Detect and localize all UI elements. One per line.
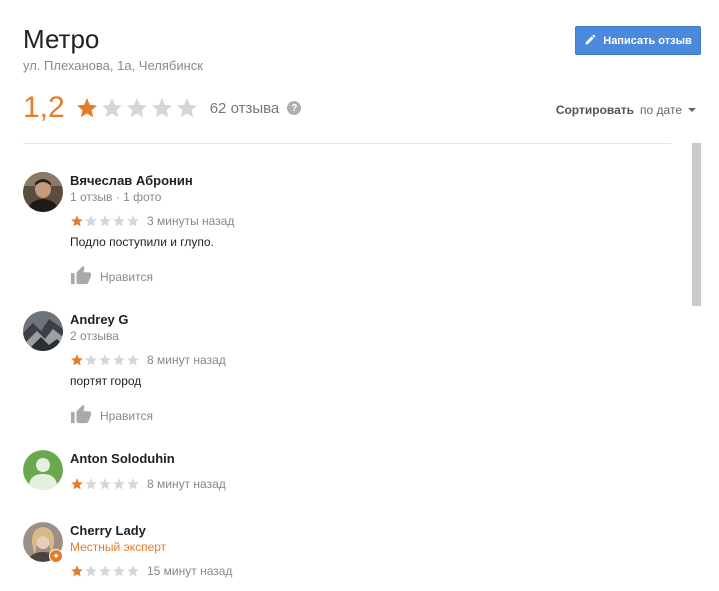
reviewer-name[interactable]: Вячеслав Абронин [70,172,630,189]
star-empty-icon [99,565,111,577]
star-empty-icon [113,478,125,490]
place-address: ул. Плеханова, 1а, Челябинск [23,58,203,73]
star-empty-icon [127,565,139,577]
star-empty-icon [85,354,97,366]
star-empty-icon [85,565,97,577]
like-button[interactable]: Нравится [70,404,630,427]
star-filled-icon [71,565,83,577]
star-empty-icon [113,354,125,366]
like-label: Нравится [100,269,153,284]
star-empty-icon [101,98,122,118]
avatar[interactable] [23,450,63,490]
review-time: 3 минуты назад [147,214,235,228]
reviewer-meta: 2 отзыва [70,329,119,343]
write-review-button[interactable]: Написать отзыв [575,26,701,55]
star-empty-icon [99,215,111,227]
pencil-icon [584,33,597,49]
reviewer-meta: 1 отзыв · 1 фото [70,190,162,204]
write-review-label: Написать отзыв [603,34,692,47]
chevron-down-icon [688,108,696,112]
local-guide-badge-icon: ✦ [49,549,63,563]
star-empty-icon [126,98,147,118]
reviewer-name[interactable]: Anton Soloduhin [70,450,630,467]
star-empty-icon [127,354,139,366]
star-filled-icon [71,215,83,227]
star-empty-icon [176,98,197,118]
rating-stars [75,96,199,120]
thumbs-up-icon [70,265,100,288]
review-time: 15 минут назад [147,564,233,578]
review-text: портят город [70,374,142,388]
star-filled-icon [71,354,83,366]
review-time: 8 минут назад [147,353,226,367]
scrollbar[interactable] [692,143,701,306]
review-stars [70,214,140,228]
like-label: Нравится [100,408,153,423]
review-stars [70,353,140,367]
divider [23,143,671,144]
star-empty-icon [127,215,139,227]
star-filled-icon [76,98,97,118]
star-filled-icon [71,478,83,490]
rating-summary: 1,2 62 отзыва ? [23,88,302,128]
sort-label: Сортировать [555,103,635,117]
review-time: 8 минут назад [147,477,226,491]
place-title: Метро [23,24,100,54]
reviewer-name[interactable]: Cherry Lady [70,522,630,539]
sort-value: по дате [640,103,682,117]
reviewer-meta: Местный эксперт [70,540,167,554]
avatar[interactable] [23,311,63,351]
avatar[interactable] [23,172,63,212]
review-text: Подло поступили и глупо. [70,235,214,249]
avatar[interactable]: ✦ [23,522,63,563]
star-empty-icon [99,354,111,366]
star-empty-icon [85,478,97,490]
review-stars [70,564,140,578]
review-stars [70,477,140,491]
review-count[interactable]: 62 отзыва [210,100,280,117]
star-empty-icon [85,215,97,227]
star-empty-icon [127,478,139,490]
thumbs-up-icon [70,404,100,427]
star-empty-icon [113,215,125,227]
reviewer-name[interactable]: Andrey G [70,311,630,328]
sort-control[interactable]: Сортировать по дате [556,103,696,117]
star-empty-icon [99,478,111,490]
help-icon[interactable]: ? [287,101,302,115]
like-button[interactable]: Нравится [70,265,630,288]
rating-value: 1,2 [23,91,65,124]
star-empty-icon [113,565,125,577]
star-empty-icon [151,98,172,118]
